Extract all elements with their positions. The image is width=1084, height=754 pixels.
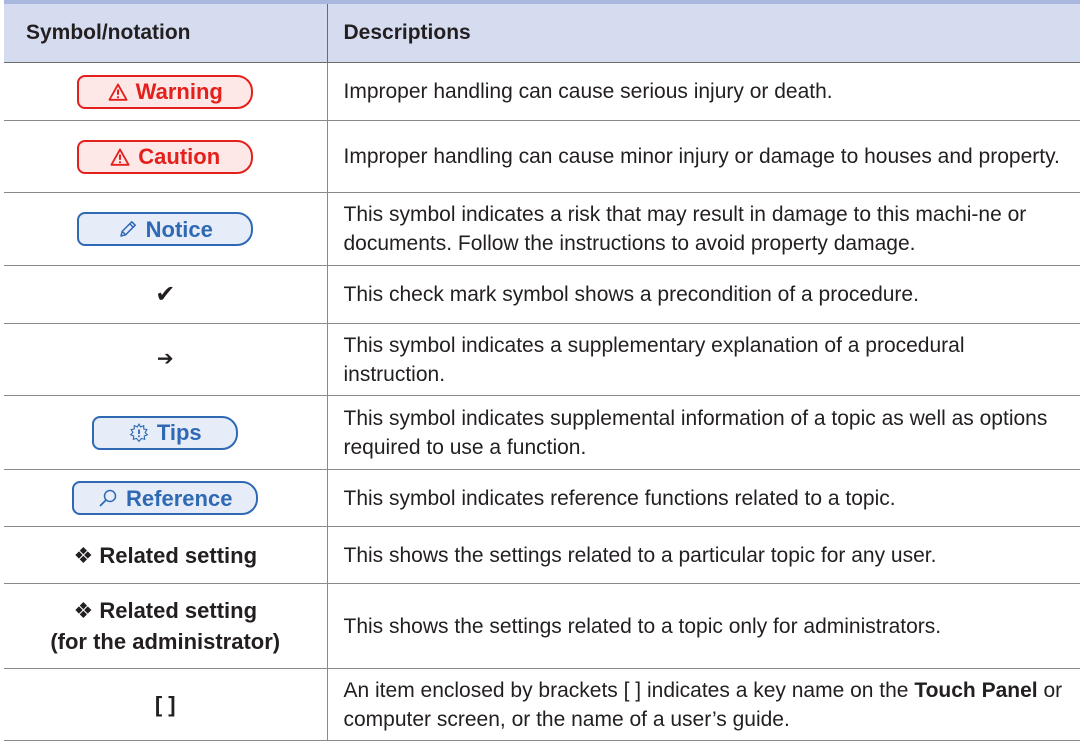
- warning-badge: Warning: [77, 74, 254, 109]
- notice-badge: Notice: [77, 212, 254, 246]
- table-row: Reference This symbol indicates referenc…: [4, 469, 1080, 527]
- warning-triangle-icon: [110, 148, 130, 166]
- tips-label: Tips: [156, 420, 202, 445]
- diamond-icon: ❖: [73, 542, 94, 568]
- tips-burst-icon: [129, 422, 148, 442]
- pencil-icon: [119, 221, 136, 237]
- brackets-symbol: [ ]: [4, 668, 328, 741]
- table-row: ➔ This symbol indicates a supplementary …: [4, 323, 1080, 396]
- notice-label: Notice: [145, 216, 213, 242]
- magnifier-icon: [99, 489, 117, 507]
- header-descriptions: Descriptions: [327, 4, 1080, 63]
- symbol-cell: Notice: [4, 192, 328, 266]
- description-cell: This check mark symbol shows a precondit…: [327, 265, 1080, 324]
- related-setting-line: ❖ Related setting: [8, 595, 323, 626]
- description-cell: This shows the settings related to a par…: [327, 526, 1080, 584]
- table-row: Warning Improper handling can cause seri…: [4, 62, 1080, 121]
- reference-badge: Reference: [72, 481, 259, 515]
- check-mark-icon: ✔: [4, 265, 328, 324]
- table-header-row: Symbol/notation Descriptions: [4, 4, 1080, 63]
- description-cell: This symbol indicates reference function…: [327, 469, 1080, 527]
- touch-panel-term: Touch Panel: [914, 678, 1038, 702]
- table-row: Notice This symbol indicates a risk that…: [4, 192, 1080, 266]
- warning-label: Warning: [135, 79, 223, 104]
- table-row: ❖ Related setting This shows the setting…: [4, 526, 1080, 584]
- related-setting-label: Related setting: [99, 542, 258, 568]
- description-cell: This symbol indicates a supplementary ex…: [327, 323, 1080, 396]
- diamond-icon: ❖: [73, 598, 94, 623]
- header-symbol: Symbol/notation: [4, 4, 328, 63]
- table-row: Tips This symbol indicates supplemental …: [4, 395, 1080, 470]
- symbol-cell: Reference: [4, 469, 328, 527]
- description-cell: This shows the settings related to a top…: [327, 583, 1080, 669]
- symbol-cell: ❖ Related setting: [4, 526, 328, 584]
- symbol-cell: ❖ Related setting (for the administrator…: [4, 583, 328, 669]
- description-cell: Improper handling can cause minor injury…: [327, 120, 1080, 193]
- description-cell: This symbol indicates a risk that may re…: [327, 192, 1080, 266]
- symbol-table: Symbol/notation Descriptions Warning Imp…: [4, 4, 1080, 741]
- description-text: An item enclosed by brackets [ ] indicat…: [343, 678, 915, 702]
- description-cell: Improper handling can cause serious inju…: [327, 62, 1080, 121]
- arrow-right-icon: ➔: [4, 323, 328, 396]
- table-row: [ ] An item enclosed by brackets [ ] ind…: [4, 668, 1080, 741]
- description-cell: This symbol indicates supplemental infor…: [327, 395, 1080, 470]
- symbol-cell: Warning: [4, 62, 328, 121]
- table-row: ❖ Related setting (for the administrator…: [4, 583, 1080, 669]
- symbol-cell: Tips: [4, 395, 328, 470]
- caution-badge: Caution: [77, 139, 254, 174]
- admin-qualifier: (for the administrator): [50, 629, 281, 654]
- caution-label: Caution: [138, 144, 221, 169]
- tips-badge: Tips: [92, 415, 239, 450]
- description-cell: An item enclosed by brackets [ ] indicat…: [327, 668, 1080, 741]
- reference-label: Reference: [126, 485, 233, 511]
- table-row: Caution Improper handling can cause mino…: [4, 120, 1080, 193]
- related-setting-admin-label: Related setting: [99, 598, 258, 623]
- table-row: ✔ This check mark symbol shows a precond…: [4, 265, 1080, 324]
- symbol-cell: Caution: [4, 120, 328, 193]
- warning-triangle-icon: [108, 83, 128, 101]
